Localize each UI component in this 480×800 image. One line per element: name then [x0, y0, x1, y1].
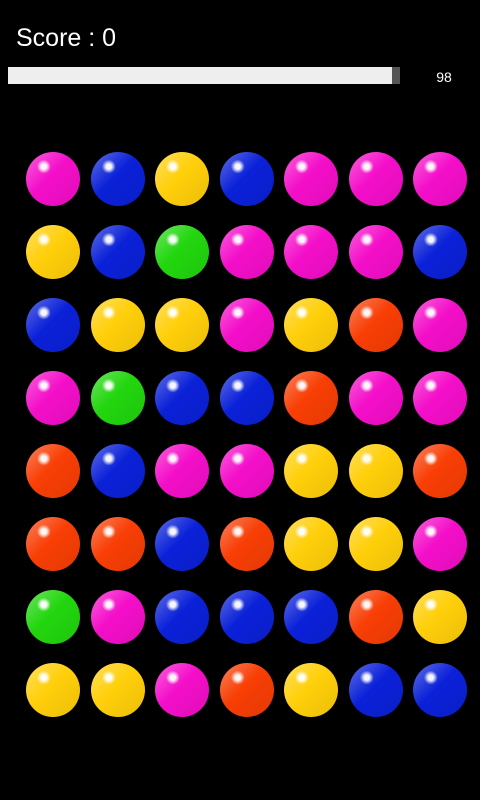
yellow-ball[interactable]: [284, 663, 338, 717]
orange-ball[interactable]: [348, 590, 403, 644]
yellow-ball[interactable]: [348, 444, 403, 498]
magenta-ball[interactable]: [413, 371, 467, 425]
blue-ball[interactable]: [90, 225, 145, 279]
magenta-ball[interactable]: [348, 371, 403, 425]
blue-ball[interactable]: [413, 663, 467, 717]
game-board: [20, 146, 470, 730]
timer-bar: [8, 67, 400, 84]
blue-ball[interactable]: [413, 225, 467, 279]
orange-ball[interactable]: [26, 517, 80, 571]
orange-ball[interactable]: [219, 517, 274, 571]
yellow-ball[interactable]: [284, 444, 338, 498]
blue-ball[interactable]: [90, 444, 145, 498]
blue-ball[interactable]: [348, 663, 403, 717]
timer-bar-fill: [8, 67, 393, 84]
orange-ball[interactable]: [284, 371, 338, 425]
blue-ball[interactable]: [155, 371, 209, 425]
yellow-ball[interactable]: [348, 517, 403, 571]
blue-ball[interactable]: [90, 152, 145, 206]
orange-ball[interactable]: [413, 444, 467, 498]
magenta-ball[interactable]: [348, 225, 403, 279]
orange-ball[interactable]: [26, 444, 80, 498]
orange-ball[interactable]: [219, 663, 274, 717]
blue-ball[interactable]: [155, 590, 209, 644]
magenta-ball[interactable]: [26, 152, 80, 206]
yellow-ball[interactable]: [155, 298, 209, 352]
yellow-ball[interactable]: [90, 298, 145, 352]
magenta-ball[interactable]: [219, 225, 274, 279]
yellow-ball[interactable]: [90, 663, 145, 717]
green-ball[interactable]: [26, 590, 80, 644]
magenta-ball[interactable]: [284, 225, 338, 279]
magenta-ball[interactable]: [155, 444, 209, 498]
green-ball[interactable]: [155, 225, 209, 279]
yellow-ball[interactable]: [26, 225, 80, 279]
blue-ball[interactable]: [219, 152, 274, 206]
yellow-ball[interactable]: [413, 590, 467, 644]
magenta-ball[interactable]: [284, 152, 338, 206]
yellow-ball[interactable]: [26, 663, 80, 717]
magenta-ball[interactable]: [155, 663, 209, 717]
timer-value: 98: [436, 69, 452, 85]
magenta-ball[interactable]: [219, 298, 274, 352]
magenta-ball[interactable]: [219, 444, 274, 498]
magenta-ball[interactable]: [26, 371, 80, 425]
magenta-ball[interactable]: [90, 590, 145, 644]
blue-ball[interactable]: [26, 298, 80, 352]
magenta-ball[interactable]: [413, 517, 467, 571]
score-label: Score : 0: [16, 24, 117, 52]
blue-ball[interactable]: [219, 590, 274, 644]
green-ball[interactable]: [90, 371, 145, 425]
blue-ball[interactable]: [155, 517, 209, 571]
yellow-ball[interactable]: [155, 152, 209, 206]
orange-ball[interactable]: [348, 298, 403, 352]
blue-ball[interactable]: [284, 590, 338, 644]
magenta-ball[interactable]: [413, 298, 467, 352]
blue-ball[interactable]: [219, 371, 274, 425]
yellow-ball[interactable]: [284, 517, 338, 571]
yellow-ball[interactable]: [284, 298, 338, 352]
orange-ball[interactable]: [90, 517, 145, 571]
magenta-ball[interactable]: [348, 152, 403, 206]
magenta-ball[interactable]: [413, 152, 467, 206]
